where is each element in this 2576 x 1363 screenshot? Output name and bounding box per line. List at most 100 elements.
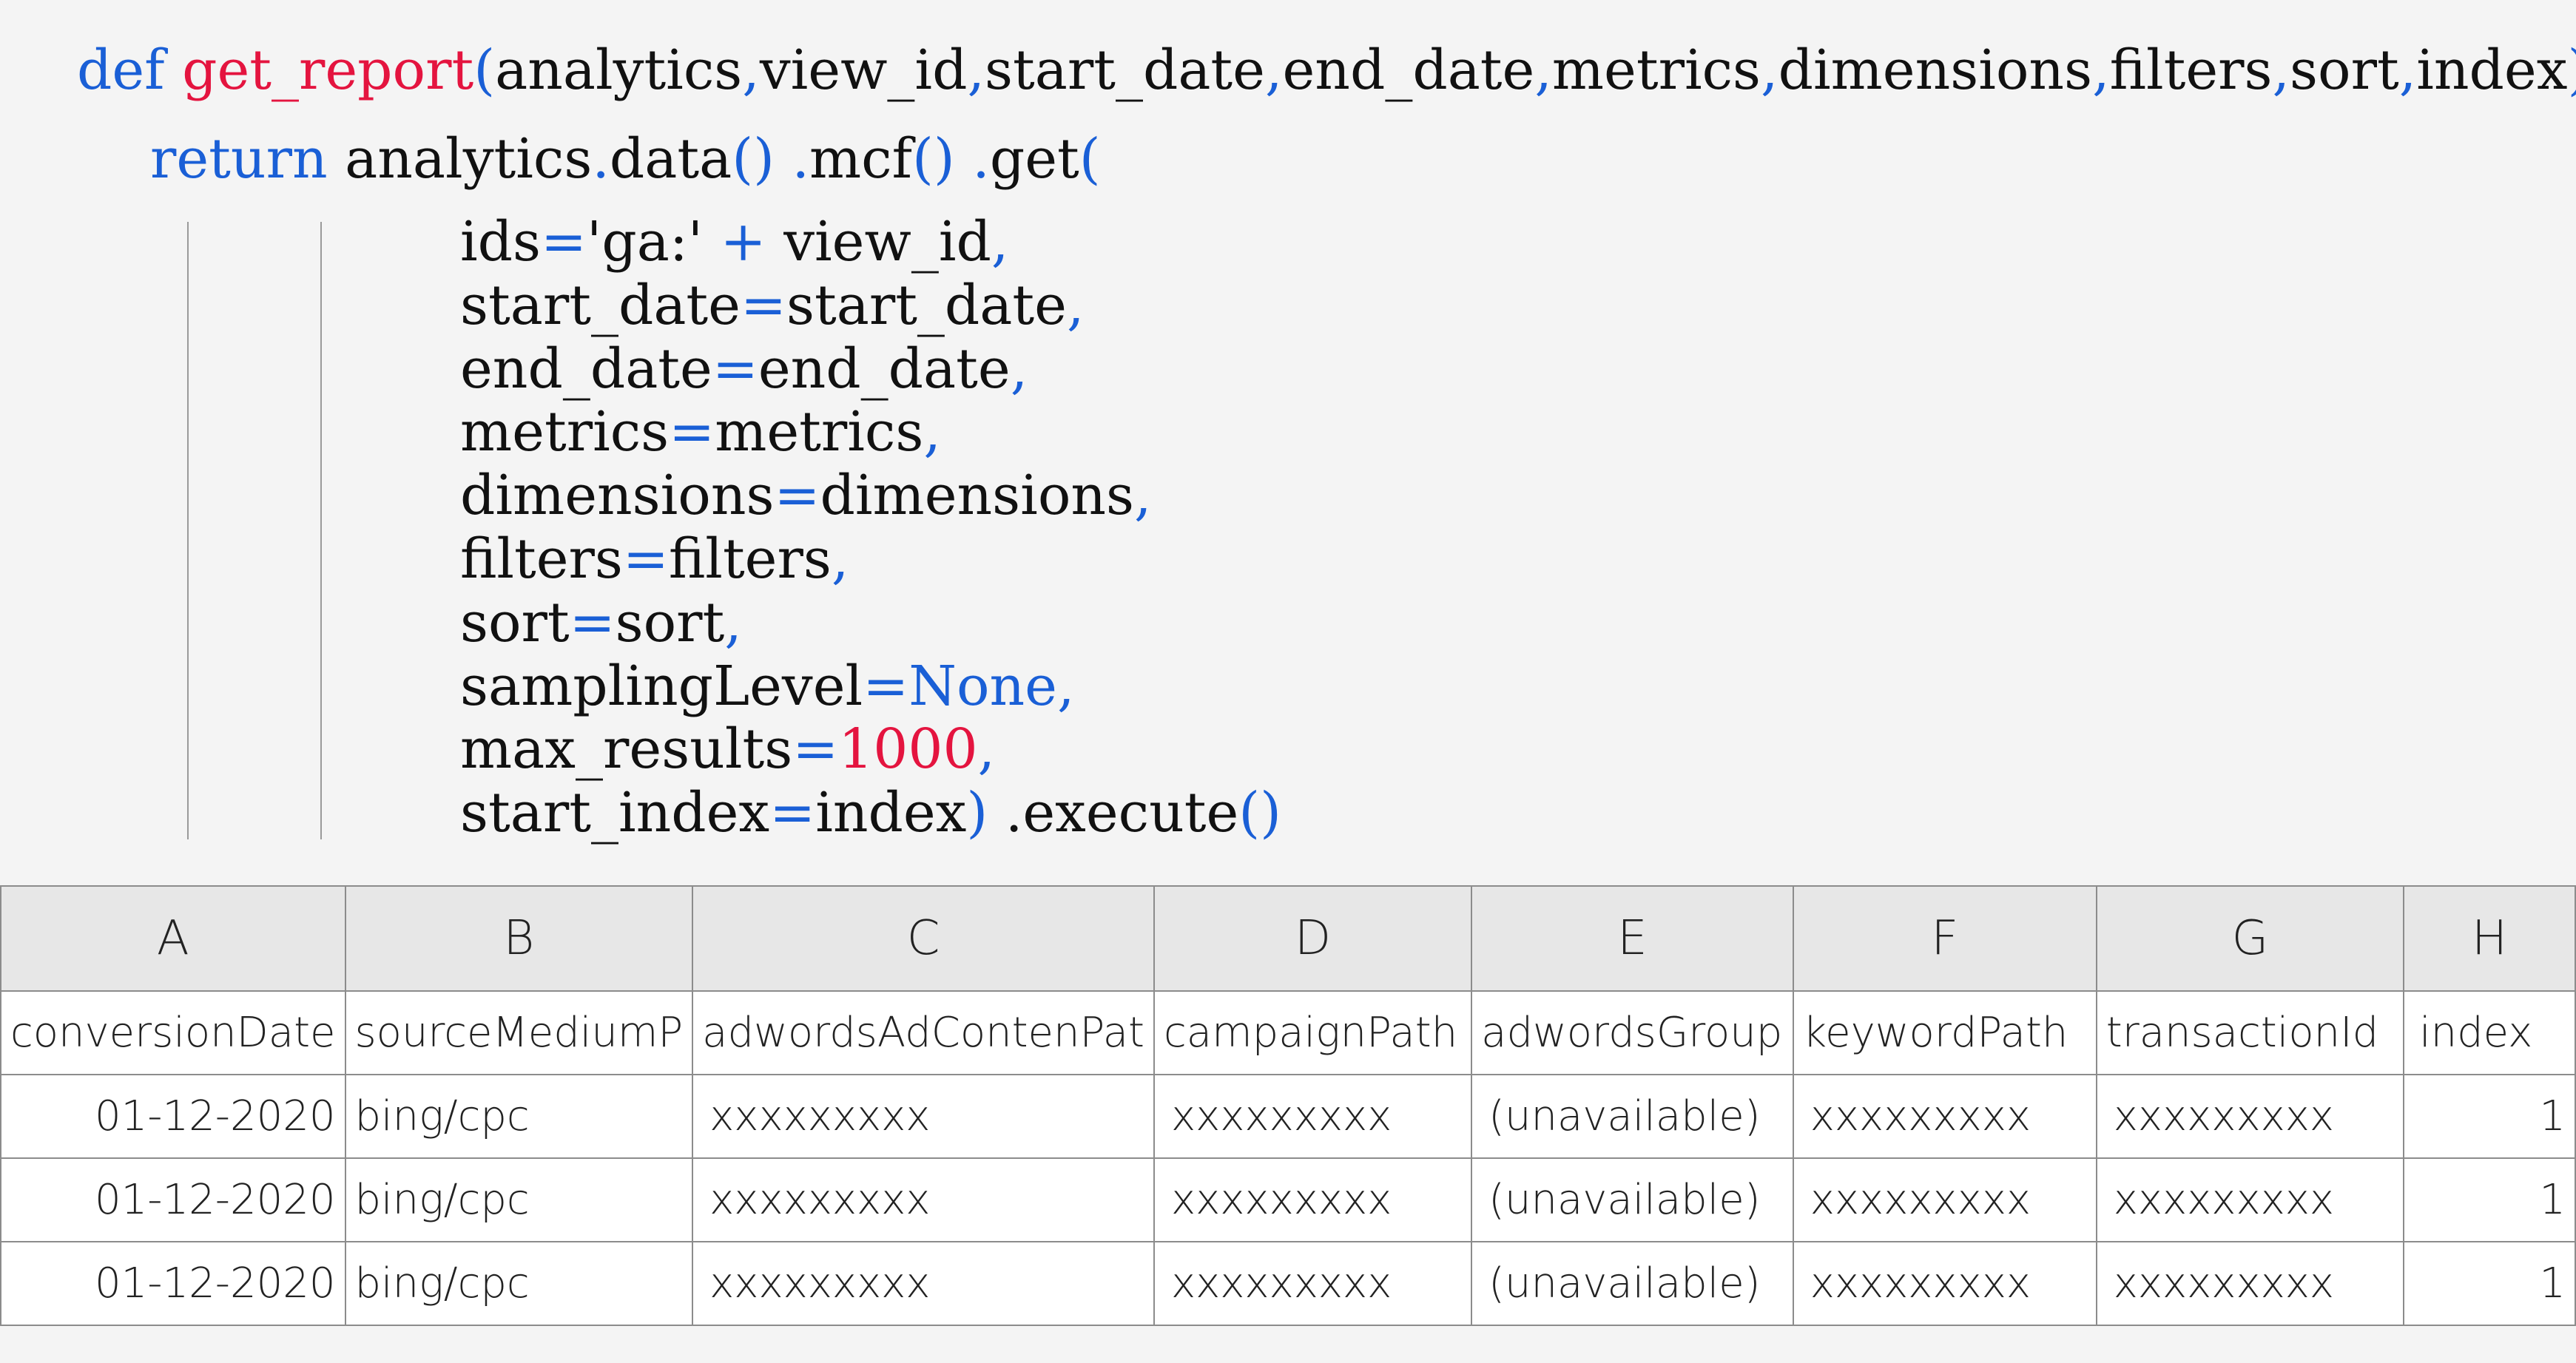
dot: . (774, 127, 810, 191)
parameter-index: index (2416, 38, 2568, 102)
method-execute: .execute (988, 781, 1239, 845)
arg-tail: , (1066, 273, 1085, 337)
table-row: 01-12-2020 bing/cpc xxxxxxxxx xxxxxxxxx (una… (0, 1074, 2576, 1159)
table-cell[interactable]: (unavailable) (1471, 1157, 1794, 1242)
table-cell[interactable]: xxxxxxxxx (1792, 1074, 2097, 1159)
equals: = (669, 400, 715, 464)
table-cell[interactable]: (unavailable) (1471, 1241, 1794, 1326)
dot: . (954, 127, 990, 191)
arg-value: view_id (766, 210, 991, 274)
argument-line-samplingLevel: samplingLevel=None, (460, 659, 1075, 714)
equals: = (712, 336, 758, 401)
table-cell[interactable]: xxxxxxxxx (2095, 1241, 2405, 1326)
field-name-cell[interactable]: campaignPath (1153, 990, 1473, 1075)
dot: . (592, 127, 610, 191)
table-cell[interactable]: 1 (2403, 1241, 2576, 1326)
code-line-def: def get_report(analytics,view_id,start_d… (77, 43, 2576, 98)
arg-tail: , (977, 717, 996, 782)
arg-key: sort (460, 590, 570, 655)
field-name-cell[interactable]: sourceMediumP (344, 990, 694, 1075)
field-name-cell[interactable]: adwordsAdContenPat (692, 990, 1155, 1075)
arg-value: 'ga:' (587, 210, 721, 274)
argument-line-start_index: start_index=index) .execute() (460, 785, 1281, 840)
arg-tail: , (991, 210, 1009, 274)
equals: = (569, 590, 616, 655)
parameter-start_date: start_date (985, 38, 1265, 102)
table-cell[interactable]: bing/cpc (344, 1074, 694, 1159)
column-letter-E[interactable]: E (1471, 885, 1794, 992)
table-cell[interactable]: xxxxxxxxx (1153, 1157, 1473, 1242)
parameter-sort: sort (2290, 38, 2399, 102)
return-object: analytics (345, 127, 593, 191)
table-cell[interactable]: xxxxxxxxx (2095, 1157, 2405, 1242)
argument-line-dimensions: dimensions=dimensions, (460, 468, 1152, 523)
table-cell[interactable]: 01-12-2020 (0, 1241, 346, 1326)
spreadsheet-table: A B C D E F G HconversionDate sourceMediumP adwor… (0, 885, 2576, 1326)
arg-tail: ) (966, 781, 988, 845)
parameter-metrics: metrics (1551, 38, 1761, 102)
table-cell[interactable]: xxxxxxxxx (692, 1157, 1155, 1242)
indent-guide (320, 222, 322, 839)
paren-open: ( (473, 38, 496, 102)
column-letter-C[interactable]: C (692, 885, 1155, 992)
code-line-return: return analytics.data() .mcf() .get( (150, 132, 1101, 186)
column-letter-H[interactable]: H (2403, 885, 2576, 992)
bottom-margin (0, 1337, 2576, 1363)
field-name-cell[interactable]: adwordsGroup (1471, 990, 1794, 1075)
table-cell[interactable]: xxxxxxxxx (692, 1074, 1155, 1159)
arg-value: dimensions (820, 464, 1135, 528)
column-header-row: ABCDEFGH (0, 885, 2576, 992)
argument-line-filters: filters=filters, (460, 532, 849, 586)
method-get: get (989, 127, 1079, 191)
column-letter-F[interactable]: F (1792, 885, 2097, 992)
arg-value: start_date (786, 273, 1067, 337)
arg-key: samplingLevel (460, 654, 863, 718)
column-letter-A[interactable]: A (0, 885, 346, 992)
field-name-cell[interactable]: conversionDate (0, 990, 346, 1075)
arg-tail: , (1134, 464, 1152, 528)
comma: , (742, 38, 760, 102)
table-cell[interactable]: bing/cpc (344, 1241, 694, 1326)
code-block: def get_report(analytics,view_id,start_d… (0, 0, 2576, 884)
table-cell[interactable]: 01-12-2020 (0, 1157, 346, 1242)
arg-key: metrics (460, 400, 670, 464)
column-letter-D[interactable]: D (1153, 885, 1473, 992)
argument-line-ids: ids='ga:' + view_id, (460, 214, 1008, 269)
parens: () (1238, 781, 1282, 845)
arg-value-keyword: None (908, 654, 1057, 718)
table-cell[interactable]: 01-12-2020 (0, 1074, 346, 1159)
field-name-cell[interactable]: keywordPath (1792, 990, 2097, 1075)
equals: = (774, 464, 820, 528)
field-name-cell[interactable]: index (2403, 990, 2576, 1075)
table-cell[interactable]: 1 (2403, 1157, 2576, 1242)
arg-key: filters (460, 527, 623, 591)
parameter-filters: filters (2109, 38, 2273, 102)
table-cell[interactable]: xxxxxxxxx (1792, 1241, 2097, 1326)
equals: = (541, 210, 587, 274)
arg-key: end_date (460, 336, 712, 401)
equals: = (792, 717, 839, 782)
parameter-end_date: end_date (1282, 38, 1535, 102)
comma: , (1264, 38, 1283, 102)
table-cell[interactable]: xxxxxxxxx (1153, 1241, 1473, 1326)
operator: + (720, 210, 766, 274)
table-cell[interactable]: (unavailable) (1471, 1074, 1794, 1159)
column-letter-G[interactable]: G (2095, 885, 2405, 992)
table-row: 01-12-2020 bing/cpc xxxxxxxxx xxxxxxxxx (una… (0, 1157, 2576, 1242)
table-cell[interactable]: xxxxxxxxx (1153, 1074, 1473, 1159)
arg-value: end_date (758, 336, 1011, 401)
table-cell[interactable]: 1 (2403, 1074, 2576, 1159)
column-letter-B[interactable]: B (344, 885, 694, 992)
field-name-row: conversionDate sourceMediumP adwordsAdCont… (0, 990, 2576, 1075)
arg-value: sort (615, 590, 725, 655)
table-cell[interactable]: bing/cpc (344, 1157, 694, 1242)
comma: , (1761, 38, 1778, 102)
arg-tail: , (1056, 654, 1075, 718)
table-cell[interactable]: xxxxxxxxx (1792, 1157, 2097, 1242)
table-cell[interactable]: xxxxxxxxx (2095, 1074, 2405, 1159)
arg-key: ids (460, 210, 542, 274)
arg-tail: , (1010, 336, 1028, 401)
comma: , (1534, 38, 1552, 102)
field-name-cell[interactable]: transactionId (2095, 990, 2405, 1075)
table-cell[interactable]: xxxxxxxxx (692, 1241, 1155, 1326)
